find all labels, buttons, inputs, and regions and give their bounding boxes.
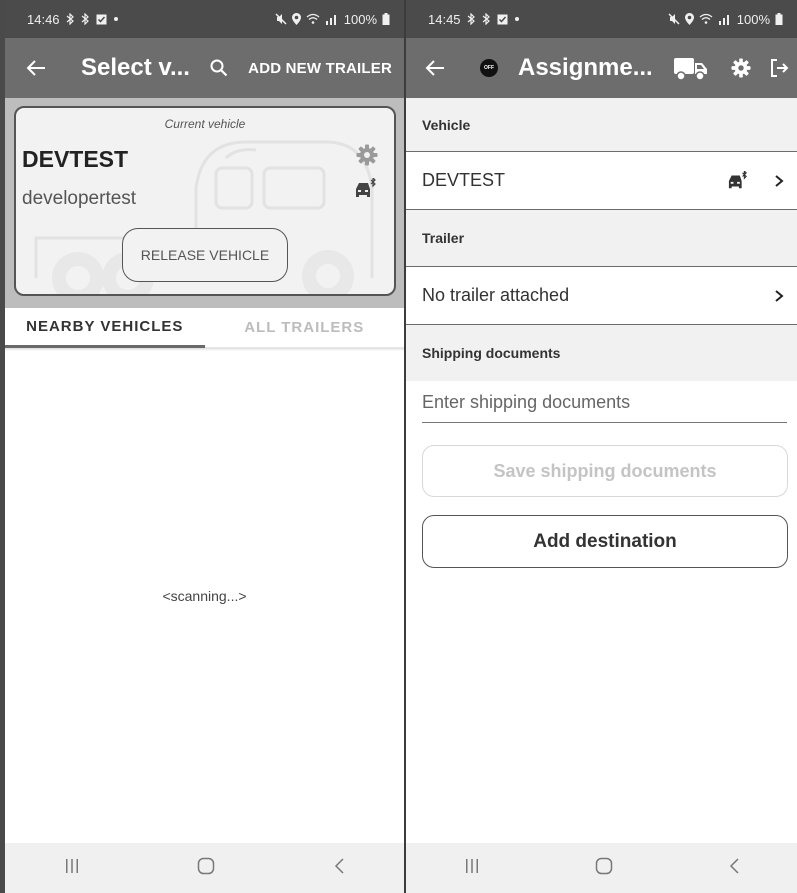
recents-icon: [465, 858, 478, 873]
dot-icon: [113, 17, 118, 21]
select-vehicle-screen: 14:46 100% Select v... ADD NEW TRAILER C…: [5, 0, 404, 893]
battery-percent: 100%: [343, 11, 377, 27]
search-button[interactable]: [210, 59, 228, 77]
tab-all-trailers[interactable]: ALL TRAILERS: [204, 308, 404, 348]
status-bar: 14:46 100%: [5, 0, 404, 38]
bluetooth-icon: [482, 13, 490, 25]
card-subtitle: Current vehicle: [164, 117, 246, 131]
checkbox-icon: [497, 14, 508, 24]
recents-icon: [65, 858, 78, 873]
recents-button[interactable]: [464, 858, 480, 879]
home-icon: [595, 857, 612, 874]
home-button[interactable]: [595, 857, 613, 880]
arrow-left-icon: [425, 60, 444, 76]
location-icon: [291, 13, 301, 25]
mute-icon: [668, 13, 680, 25]
release-vehicle-button[interactable]: RELEASE VEHICLE: [122, 228, 288, 282]
vehicle-settings-button[interactable]: [356, 144, 378, 171]
scanning-status: <scanning...>: [162, 588, 247, 604]
battery-percent: 100%: [736, 11, 770, 27]
mute-icon: [275, 13, 287, 25]
status-system-icons: 100%: [275, 12, 390, 27]
gear-icon: [731, 58, 751, 78]
search-icon: [210, 59, 228, 77]
page-title: Assignme...: [518, 54, 653, 81]
vehicle-row[interactable]: DEVTEST: [406, 152, 797, 209]
status-off-badge[interactable]: OFF: [480, 59, 498, 77]
status-system-icons: 100%: [668, 12, 783, 27]
status-notification-icons: [66, 13, 119, 25]
trailer-section-header: Trailer: [406, 210, 797, 266]
checkbox-icon: [96, 14, 107, 24]
vehicle-tabs: NEARBY VEHICLES ALL TRAILERS: [5, 308, 404, 348]
gear-icon: [356, 144, 378, 166]
assignment-screen: 14:45 100% OFF Assignme... Vehicle DEVTE…: [406, 0, 797, 893]
home-icon: [198, 857, 215, 874]
bluetooth-icon: [66, 13, 74, 25]
location-icon: [684, 13, 694, 25]
bluetooth-icon: [81, 13, 89, 25]
vehicle-row-value: DEVTEST: [422, 170, 506, 190]
vehicle-section-header: Vehicle: [406, 98, 797, 151]
dot-icon: [514, 17, 519, 21]
back-button[interactable]: [25, 59, 47, 77]
system-nav-bar: [5, 843, 404, 893]
recents-button[interactable]: [64, 858, 80, 879]
nav-back-button[interactable]: [728, 857, 740, 880]
app-bar: OFF Assignme...: [406, 38, 797, 98]
car-bluetooth-icon: [354, 176, 378, 205]
bluetooth-icon: [467, 13, 475, 25]
trailer-row-value: No trailer attached: [422, 285, 570, 305]
current-vehicle-card: Current vehicle DEVTEST developertest RE…: [14, 106, 396, 296]
add-destination-button[interactable]: Add destination: [422, 515, 788, 568]
shipping-documents-input[interactable]: Enter shipping documents: [422, 392, 787, 423]
logout-button[interactable]: [769, 58, 789, 78]
battery-icon: [775, 13, 783, 25]
tab-nearby-vehicles[interactable]: NEARBY VEHICLES: [5, 308, 205, 348]
nav-back-icon: [729, 857, 739, 874]
truck-button[interactable]: [673, 54, 709, 82]
wifi-icon: [699, 13, 713, 24]
back-button[interactable]: [424, 59, 446, 77]
nav-back-button[interactable]: [333, 857, 345, 880]
arrow-left-icon: [26, 60, 45, 76]
chevron-right-icon: [775, 289, 784, 302]
add-new-trailer-button[interactable]: ADD NEW TRAILER: [248, 60, 392, 77]
status-time: 14:45: [428, 11, 461, 27]
wifi-icon: [306, 13, 320, 24]
vehicle-name: DEVTEST: [22, 146, 129, 172]
status-time: 14:46: [27, 11, 60, 27]
tabs-shadow: [5, 348, 404, 351]
chevron-right-icon: [775, 174, 784, 187]
settings-button[interactable]: [731, 58, 751, 78]
save-shipping-documents-button[interactable]: Save shipping documents: [422, 445, 788, 497]
truck-icon: [673, 58, 707, 81]
status-notification-icons: [467, 13, 520, 25]
logout-icon: [771, 59, 789, 77]
signal-icon: [325, 15, 336, 25]
home-button[interactable]: [197, 857, 215, 880]
vehicle-username: developertest: [22, 188, 137, 209]
signal-icon: [718, 15, 729, 25]
app-bar: Select v... ADD NEW TRAILER: [5, 38, 404, 98]
nav-back-icon: [335, 857, 344, 874]
car-bluetooth-icon: [728, 170, 747, 188]
page-title: Select v...: [81, 54, 190, 81]
system-nav-bar: [406, 843, 797, 893]
battery-icon: [382, 13, 390, 25]
shipping-section-header: Shipping documents: [406, 325, 797, 381]
trailer-row[interactable]: No trailer attached: [406, 267, 797, 324]
status-bar: 14:45 100%: [406, 0, 797, 38]
